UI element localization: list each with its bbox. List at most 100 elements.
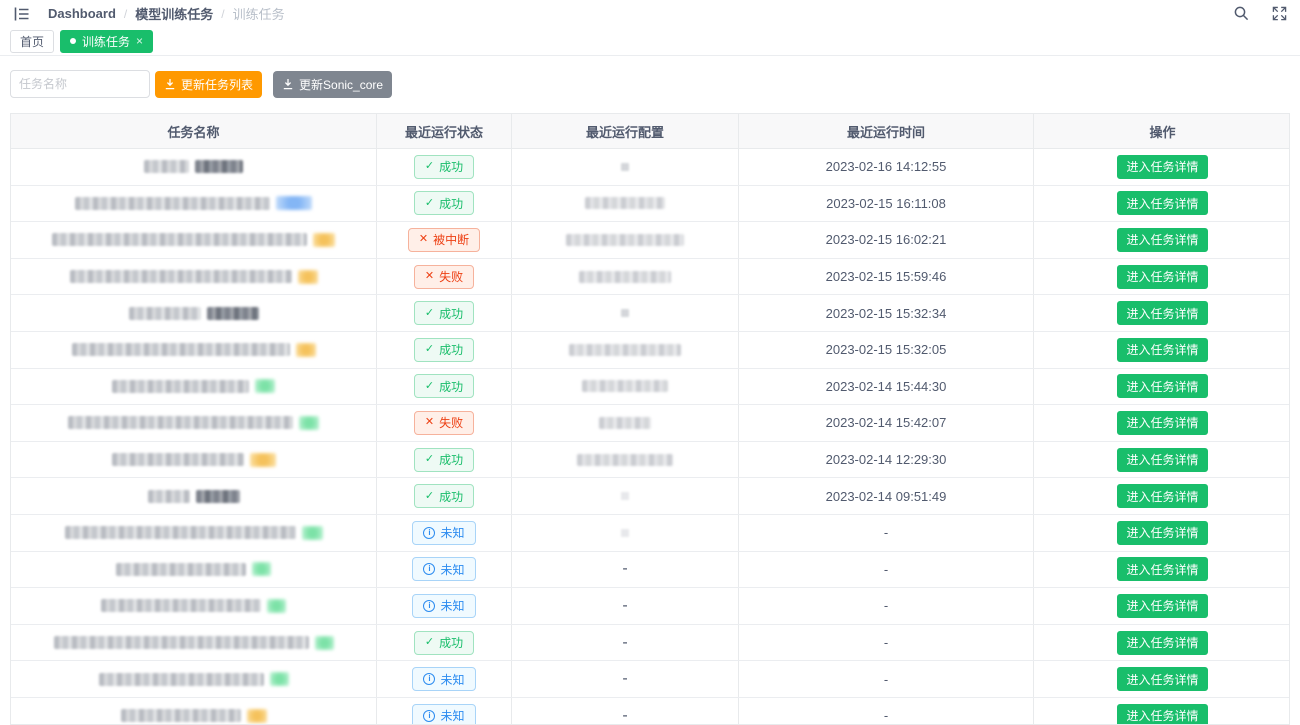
status-label: 未知 — [440, 524, 464, 541]
table-row: ✕ 失败 2023-02-15 15:59:46 进入任务详情 — [11, 259, 1289, 296]
status-badge: ✓ 成功 — [414, 155, 474, 179]
status-label: 成功 — [439, 305, 463, 322]
status-badge: i 未知 — [412, 557, 475, 581]
status-icon: i — [423, 710, 435, 722]
status-label: 未知 — [440, 561, 464, 578]
enter-task-detail-button[interactable]: 进入任务详情 — [1117, 155, 1207, 179]
enter-task-detail-button[interactable]: 进入任务详情 — [1117, 631, 1207, 655]
enter-task-detail-button[interactable]: 进入任务详情 — [1117, 594, 1207, 618]
tab-home[interactable]: 首页 — [10, 30, 54, 53]
enter-task-detail-button[interactable]: 进入任务详情 — [1117, 704, 1207, 725]
blue-tag — [276, 196, 312, 210]
task-name-cell — [11, 661, 376, 697]
action-cell: 进入任务详情 — [1033, 149, 1290, 185]
status-cell: ✓ 成功 — [376, 369, 511, 405]
status-cell: ✕ 失败 — [376, 405, 511, 441]
task-name-cell — [11, 259, 376, 295]
status-cell: ✓ 成功 — [376, 625, 511, 661]
table-body: ✓ 成功 2023-02-16 14:12:55 进入任务详情 ✓ 成功 202… — [11, 149, 1289, 725]
download-icon — [164, 78, 176, 90]
redacted-task-name — [112, 453, 244, 466]
status-icon: ✓ — [425, 637, 434, 648]
status-badge: i 未知 — [412, 594, 475, 618]
action-cell: 进入任务详情 — [1033, 588, 1290, 624]
enter-task-detail-button[interactable]: 进入任务详情 — [1117, 448, 1207, 472]
task-table: 任务名称 最近运行状态 最近运行配置 最近运行时间 操作 ✓ 成功 2023-0… — [10, 113, 1290, 725]
breadcrumb-dashboard[interactable]: Dashboard — [48, 6, 116, 21]
status-label: 失败 — [439, 414, 463, 431]
enter-task-detail-button[interactable]: 进入任务详情 — [1117, 667, 1207, 691]
enter-task-detail-button[interactable]: 进入任务详情 — [1117, 557, 1207, 581]
redacted-task-name — [70, 270, 292, 283]
status-label: 未知 — [440, 671, 464, 688]
redacted-task-name — [112, 380, 249, 393]
enter-task-detail-button[interactable]: 进入任务详情 — [1117, 265, 1207, 289]
active-tab-dot-icon — [70, 38, 76, 44]
table-row: i 未知 - - 进入任务详情 — [11, 588, 1289, 625]
search-icon[interactable] — [1232, 5, 1250, 23]
fullscreen-icon[interactable] — [1270, 5, 1288, 23]
task-name-cell — [11, 698, 376, 725]
task-name-cell — [11, 552, 376, 588]
enter-task-detail-button[interactable]: 进入任务详情 — [1117, 228, 1207, 252]
action-cell: 进入任务详情 — [1033, 478, 1290, 514]
status-icon: ✕ — [425, 271, 434, 282]
top-bar: Dashboard / 模型训练任务 / 训练任务 — [0, 0, 1300, 27]
status-badge: ✓ 成功 — [414, 301, 474, 325]
yellow-tag — [250, 453, 276, 467]
status-cell: ✓ 成功 — [376, 478, 511, 514]
action-cell: 进入任务详情 — [1033, 661, 1290, 697]
status-icon: ✓ — [425, 198, 434, 209]
config-cell — [511, 478, 738, 514]
table-header-row: 任务名称 最近运行状态 最近运行配置 最近运行时间 操作 — [11, 114, 1289, 149]
enter-task-detail-button[interactable]: 进入任务详情 — [1117, 191, 1207, 215]
status-cell: ✕ 失败 — [376, 259, 511, 295]
action-cell: 进入任务详情 — [1033, 442, 1290, 478]
redacted-task-name — [65, 526, 296, 539]
enter-task-detail-button[interactable]: 进入任务详情 — [1117, 521, 1207, 545]
table-row: ✓ 成功 2023-02-16 14:12:55 进入任务详情 — [11, 149, 1289, 186]
collapse-menu-icon[interactable] — [12, 4, 32, 24]
status-cell: i 未知 — [376, 661, 511, 697]
enter-task-detail-button[interactable]: 进入任务详情 — [1117, 374, 1207, 398]
task-name-cell — [11, 222, 376, 258]
action-cell: 进入任务详情 — [1033, 259, 1290, 295]
task-name-input[interactable] — [10, 70, 150, 98]
status-cell: ✓ 成功 — [376, 442, 511, 478]
status-icon: i — [423, 673, 435, 685]
update-task-list-button[interactable]: 更新任务列表 — [155, 71, 262, 98]
tab-training-tasks[interactable]: 训练任务 × — [60, 30, 153, 53]
enter-task-detail-button[interactable]: 进入任务详情 — [1117, 411, 1207, 435]
status-icon: ✕ — [419, 234, 428, 245]
status-icon: i — [423, 600, 435, 612]
enter-task-detail-button[interactable]: 进入任务详情 — [1117, 484, 1207, 508]
enter-task-detail-button[interactable]: 进入任务详情 — [1117, 338, 1207, 362]
tab-close-icon[interactable]: × — [136, 35, 143, 47]
enter-task-detail-button[interactable]: 进入任务详情 — [1117, 301, 1207, 325]
task-name-cell — [11, 442, 376, 478]
status-icon: i — [423, 563, 435, 575]
config-cell — [511, 295, 738, 331]
config-cell: - — [511, 698, 738, 725]
redacted-config — [577, 454, 673, 466]
run-time-cell: - — [738, 698, 1033, 725]
redacted-config — [582, 380, 668, 392]
breadcrumb-model-training[interactable]: 模型训练任务 — [135, 4, 213, 23]
redacted-task-name — [196, 490, 240, 503]
task-name-cell — [11, 478, 376, 514]
table-row: i 未知 - - 进入任务详情 — [11, 661, 1289, 698]
column-header-action: 操作 — [1033, 114, 1290, 148]
config-cell — [511, 442, 738, 478]
status-badge: ✓ 成功 — [414, 374, 474, 398]
run-time-cell: 2023-02-15 15:59:46 — [738, 259, 1033, 295]
status-label: 成功 — [439, 158, 463, 175]
update-sonic-core-button[interactable]: 更新Sonic_core — [273, 71, 392, 98]
status-icon: ✓ — [425, 308, 434, 319]
redacted-task-name — [68, 416, 293, 429]
status-cell: ✓ 成功 — [376, 186, 511, 222]
status-badge: ✕ 被中断 — [408, 228, 480, 252]
run-time-cell: - — [738, 661, 1033, 697]
action-cell: 进入任务详情 — [1033, 625, 1290, 661]
redacted-task-name — [148, 490, 190, 503]
status-badge: ✕ 失败 — [414, 411, 474, 435]
